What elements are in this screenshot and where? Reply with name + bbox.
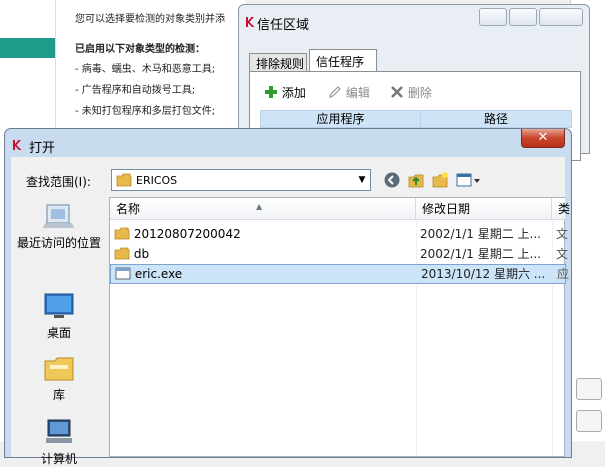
maximize-button[interactable] [509,8,537,26]
kaspersky-logo-icon [13,140,22,150]
file-type: 文 [556,227,569,241]
place-computer[interactable]: 计算机 [11,417,107,467]
add-button[interactable]: 添加 [264,84,306,101]
settings-item: - 病毒、蠕虫、木马和恶意工具; [75,64,216,75]
folder-icon [114,247,130,260]
close-button[interactable] [539,8,583,26]
toolbar: 添加 编辑 删除 [256,82,566,104]
close-button[interactable]: ✕ [521,129,565,148]
kaspersky-logo-icon [246,17,255,27]
chevron-down-icon[interactable]: ▼ [354,170,370,190]
sidebar-selection[interactable] [0,38,55,58]
background-button[interactable] [576,410,602,432]
look-in-label: 查找范围(I): [26,175,91,189]
file-type: 应 [557,267,570,281]
delete-x-icon [391,86,403,98]
column-header-path[interactable]: 路径 [421,111,571,127]
column-header-date[interactable]: 修改日期 [416,198,552,220]
computer-icon [46,419,72,443]
pencil-icon [329,86,341,98]
library-icon [44,357,74,381]
file-row[interactable]: 20120807200042 2002/1/1 星期二 上... 文 [110,224,569,244]
look-in-value: ERICOS [136,174,178,187]
back-icon[interactable] [383,171,401,189]
delete-button[interactable]: 删除 [390,84,432,101]
tab-trusted-apps[interactable]: 信任程序 [309,49,377,71]
file-list-header: 名称 ▲ 修改日期 类 [110,198,570,220]
place-libraries[interactable]: 库 [11,353,107,403]
place-label: 最近访问的位置 [16,236,101,250]
file-date: 2002/1/1 星期二 上... [420,227,541,241]
up-folder-icon[interactable] [407,171,425,189]
place-desktop[interactable]: 桌面 [11,291,107,341]
place-label: 计算机 [40,452,77,466]
settings-item: - 广告程序和自动拨号工具; [75,85,196,96]
tab-exclusion-rules[interactable]: 排除规则 [249,53,307,72]
file-name: eric.exe [134,267,183,281]
file-row-selected[interactable]: eric.exe 2013/10/12 星期六 ... 应 [110,264,570,284]
column-header-application[interactable]: 应用程序 [261,111,421,127]
view-menu-icon[interactable] [455,171,481,189]
folder-icon [114,227,130,240]
place-label: 库 [52,388,65,402]
column-header-type[interactable]: 类 [552,198,570,220]
column-header-name[interactable]: 名称 ▲ [110,198,416,220]
executable-file-icon [115,267,131,280]
file-row[interactable]: db 2002/1/1 星期二 上... 文 [110,244,569,264]
settings-description: 您可以选择要检测的对象类别并添 [75,14,225,25]
file-type: 文 [556,247,569,261]
file-name: db [133,247,150,261]
add-label: 添加 [281,86,306,100]
place-recent[interactable]: 最近访问的位置 [11,201,107,251]
place-label: 桌面 [46,326,71,340]
folder-icon [116,173,132,187]
open-file-dialog: 打开 ✕ 查找范围(I): ERICOS ▼ 最近访问的位置 桌面 库 计算机 … [4,128,572,466]
dialog-title: 打开 [29,141,56,156]
sort-arrow-icon: ▲ [256,202,263,211]
minimize-button[interactable] [479,8,507,26]
plus-icon [265,86,277,98]
edit-button[interactable]: 编辑 [328,84,370,101]
settings-enabled-heading: 已启用以下对象类型的检测： [75,44,205,55]
trusted-apps-grid-header: 应用程序 路径 [260,110,572,128]
window-title: 信任区域 [257,18,310,33]
settings-item: - 未知打包程序和多层打包文件; [75,106,216,117]
file-name: 20120807200042 [133,227,241,241]
name-header-label: 名称 [116,202,141,216]
places-bar: 最近访问的位置 桌面 库 计算机 [11,197,107,466]
recent-places-icon [43,204,74,228]
file-list: 名称 ▲ 修改日期 类 20120807200042 2002/1/1 星期二 … [109,197,570,457]
background-button[interactable] [576,378,602,400]
file-date: 2013/10/12 星期六 ... [421,267,546,281]
new-folder-icon[interactable] [431,171,449,189]
look-in-dropdown[interactable]: ERICOS ▼ [111,169,371,191]
desktop-icon [44,293,74,318]
file-date: 2002/1/1 星期二 上... [420,247,541,261]
delete-label: 删除 [407,86,432,100]
edit-label: 编辑 [345,86,370,100]
